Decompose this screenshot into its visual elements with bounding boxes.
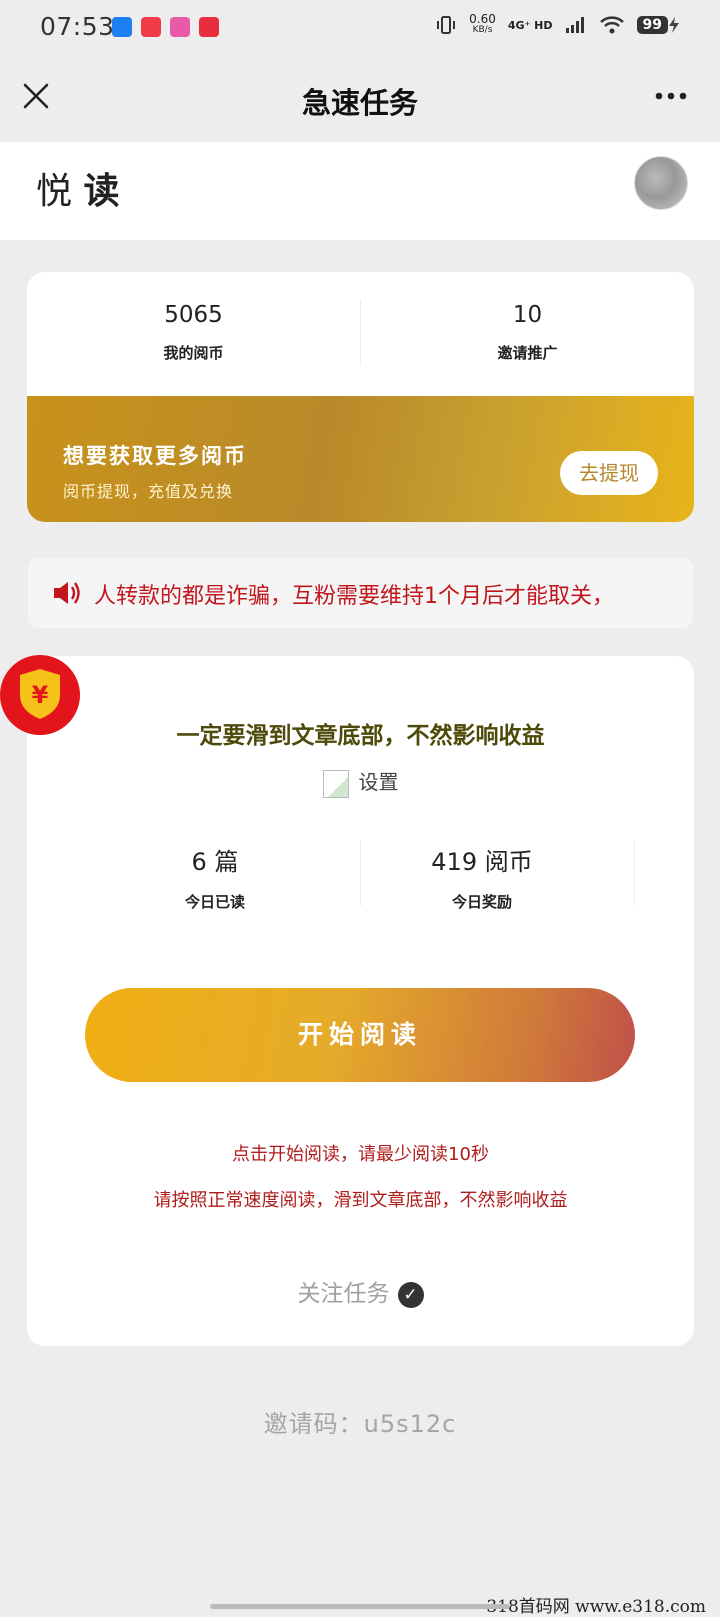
charging-icon bbox=[669, 17, 679, 33]
coins-stat: 5065 我的阅币 bbox=[27, 302, 360, 363]
header: 悦 读 bbox=[0, 142, 720, 240]
promo-subtitle: 阅币提现，充值及兑换 bbox=[63, 482, 234, 501]
battery-indicator: 99 bbox=[636, 16, 680, 34]
shield-yuan-icon: ¥ bbox=[20, 669, 60, 719]
invite-stat: 10 邀请推广 bbox=[361, 302, 694, 363]
store-app-icon bbox=[199, 17, 219, 37]
read-value: 6 篇 bbox=[191, 848, 239, 876]
signal-icon bbox=[565, 17, 584, 33]
settings-link[interactable]: 设置 bbox=[27, 766, 694, 798]
promo-title: 想要获取更多阅币 bbox=[63, 444, 247, 468]
divider bbox=[634, 840, 635, 906]
start-reading-button[interactable]: 开始阅读 bbox=[85, 988, 635, 1082]
home-indicator[interactable] bbox=[210, 1604, 510, 1609]
check-icon: ✓ bbox=[397, 1281, 424, 1308]
svg-text:¥: ¥ bbox=[32, 681, 49, 709]
avatar[interactable] bbox=[634, 156, 688, 210]
read-label: 今日已读 bbox=[184, 893, 245, 911]
read-stat: 6 篇 今日已读 bbox=[80, 842, 350, 912]
notice-text: 人转款的都是诈骗，互粉需要维持1个月后才能取关， bbox=[94, 584, 614, 609]
withdraw-button[interactable]: 去提现 bbox=[560, 451, 658, 495]
video-app-icon bbox=[141, 17, 161, 37]
watermark: 318首码网 www.e318.com bbox=[486, 1597, 706, 1617]
reward-value: 419 阅币 bbox=[431, 848, 533, 876]
tip-scroll-bottom: 请按照正常速度阅读，滑到文章底部，不然影响收益 bbox=[153, 1190, 568, 1211]
task-title: 一定要滑到文章底部，不然影响收益 bbox=[176, 723, 545, 749]
app-logo: 悦 读 bbox=[36, 171, 120, 212]
status-indicators: 0.60 KB/s 4G⁺ HD 99 bbox=[435, 12, 680, 36]
net-speed: 0.60 KB/s bbox=[469, 12, 496, 35]
invite-label: 邀请推广 bbox=[497, 344, 558, 362]
nav-bar: 急速任务 bbox=[0, 56, 720, 142]
shop-app-icon bbox=[170, 17, 190, 37]
invite-value: 10 bbox=[512, 302, 543, 328]
status-bar: 07:53 0.60 KB/s 4G⁺ HD 99 bbox=[0, 0, 720, 56]
account-card: 5065 我的阅币 10 邀请推广 想要获取更多阅币 阅币提现，充值及兑换 去提… bbox=[27, 272, 694, 522]
reward-label: 今日奖励 bbox=[451, 893, 512, 911]
coins-value: 5065 bbox=[164, 302, 223, 328]
status-time: 07:53 bbox=[40, 12, 115, 41]
wifi-icon bbox=[599, 16, 624, 34]
notice-marquee: 人转款的都是诈骗，互粉需要维持1个月后才能取关， bbox=[28, 558, 693, 628]
yuan-badge: ¥ bbox=[0, 655, 80, 735]
tip-min-time: 点击开始阅读，请最少阅读10秒 bbox=[232, 1144, 489, 1165]
zhihu-app-icon bbox=[112, 17, 132, 37]
reward-stat: 419 阅币 今日奖励 bbox=[347, 842, 617, 912]
task-card: 一定要滑到文章底部，不然影响收益 设置 6 篇 今日已读 419 阅币 今日奖励… bbox=[27, 656, 694, 1346]
vibrate-icon bbox=[437, 16, 456, 34]
promo-banner: 想要获取更多阅币 阅币提现，充值及兑换 去提现 bbox=[27, 396, 694, 522]
follow-task-link[interactable]: 关注任务 ✓ bbox=[27, 1274, 694, 1308]
invite-code: 邀请码：u5s12c bbox=[263, 1410, 457, 1438]
settings-label: 设置 bbox=[358, 770, 399, 794]
coins-label: 我的阅币 bbox=[163, 344, 224, 362]
image-icon bbox=[322, 769, 349, 798]
page-title: 急速任务 bbox=[301, 86, 418, 120]
network-type: 4G⁺ HD bbox=[507, 18, 553, 32]
follow-task-label: 关注任务 bbox=[297, 1281, 390, 1307]
speaker-icon bbox=[54, 582, 80, 604]
more-icon[interactable] bbox=[655, 92, 687, 100]
